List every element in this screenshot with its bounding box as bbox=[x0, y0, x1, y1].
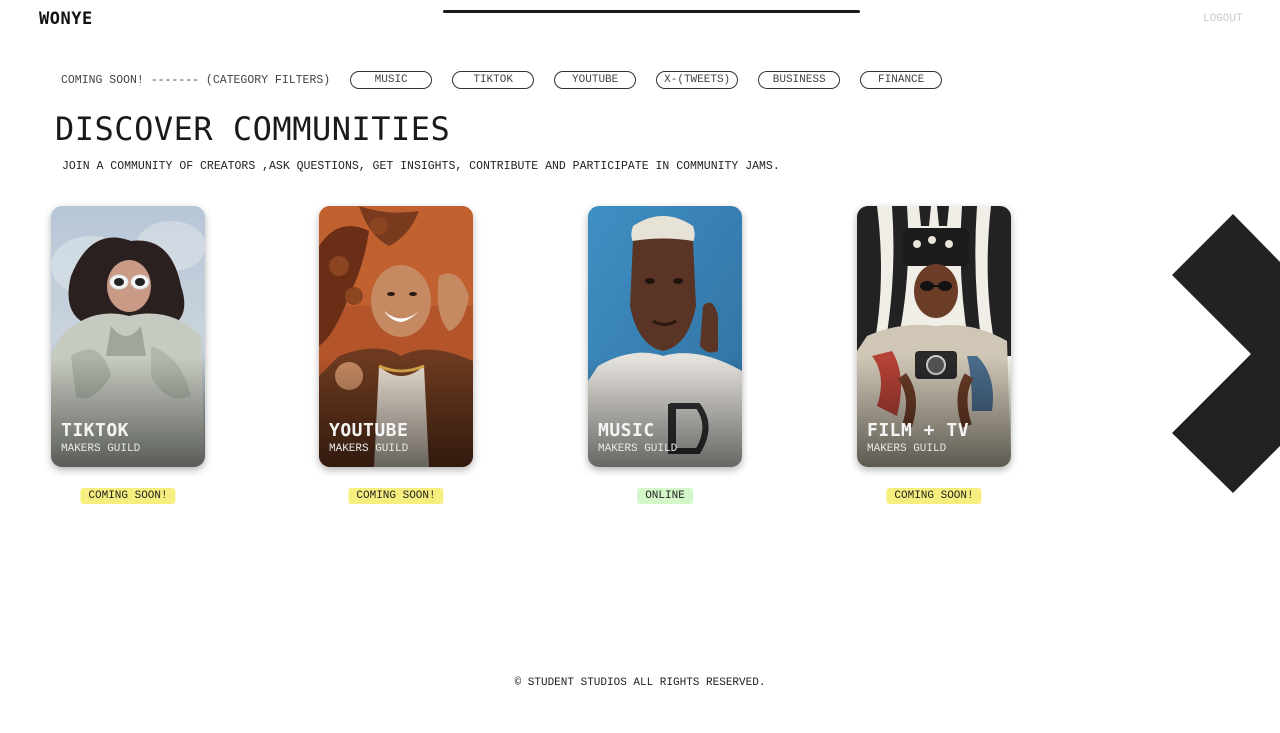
community-card-tiktok[interactable]: TIKTOK MAKERS GUILD bbox=[51, 206, 205, 467]
logo[interactable]: WONYE bbox=[39, 9, 93, 29]
card-subtitle: MAKERS GUILD bbox=[598, 443, 678, 455]
filter-chip-finance[interactable]: FINANCE bbox=[860, 71, 943, 89]
card-subtitle: MAKERS GUILD bbox=[867, 443, 947, 455]
status-badge: COMING SOON! bbox=[80, 488, 176, 504]
filter-chip-business[interactable]: BUSINESS bbox=[758, 71, 841, 89]
status-badge: COMING SOON! bbox=[348, 488, 444, 504]
community-card-music[interactable]: MUSIC MAKERS GUILD bbox=[588, 206, 742, 467]
status-badge: COMING SOON! bbox=[886, 488, 982, 504]
page: WONYE LOGOUT COMING SOON! ------- (CATEG… bbox=[0, 0, 1280, 733]
community-card-youtube[interactable]: YOUTUBE MAKERS GUILD bbox=[319, 206, 473, 467]
community-card-film-tv[interactable]: FILM + TV MAKERS GUILD bbox=[857, 206, 1011, 467]
community-card-wrapper: TIKTOK MAKERS GUILD COMING SOON! bbox=[51, 206, 205, 504]
progress-line bbox=[443, 10, 860, 13]
card-title: FILM + TV bbox=[867, 420, 970, 441]
filter-chip-music[interactable]: MUSIC bbox=[350, 71, 433, 89]
card-title: TIKTOK bbox=[61, 420, 130, 441]
card-title: MUSIC bbox=[598, 420, 655, 441]
filter-chip-tiktok[interactable]: TIKTOK bbox=[452, 71, 535, 89]
logout-link[interactable]: LOGOUT bbox=[1203, 13, 1243, 25]
filter-chip-youtube[interactable]: YOUTUBE bbox=[554, 71, 637, 89]
card-title: YOUTUBE bbox=[329, 420, 409, 441]
card-subtitle: MAKERS GUILD bbox=[329, 443, 409, 455]
footer-copyright: © STUDENT STUDIOS ALL RIGHTS RESERVED. bbox=[514, 677, 766, 689]
community-card-wrapper: MUSIC MAKERS GUILD ONLINE bbox=[588, 206, 742, 504]
filters-label: COMING SOON! ------- (CATEGORY FILTERS) bbox=[61, 73, 331, 87]
category-filters: COMING SOON! ------- (CATEGORY FILTERS) … bbox=[61, 71, 962, 89]
community-card-wrapper: FILM + TV MAKERS GUILD COMING SOON! bbox=[857, 206, 1011, 504]
page-title: DISCOVER COMMUNITIES bbox=[55, 110, 451, 148]
card-subtitle: MAKERS GUILD bbox=[61, 443, 141, 455]
page-subtitle: JOIN A COMMUNITY OF CREATORS ,ASK QUESTI… bbox=[62, 160, 780, 173]
chevron-right-icon[interactable] bbox=[1168, 210, 1280, 500]
status-badge: ONLINE bbox=[637, 488, 693, 504]
filter-chip-x-tweets[interactable]: X-(TWEETS) bbox=[656, 71, 739, 89]
community-card-wrapper: YOUTUBE MAKERS GUILD COMING SOON! bbox=[319, 206, 473, 504]
